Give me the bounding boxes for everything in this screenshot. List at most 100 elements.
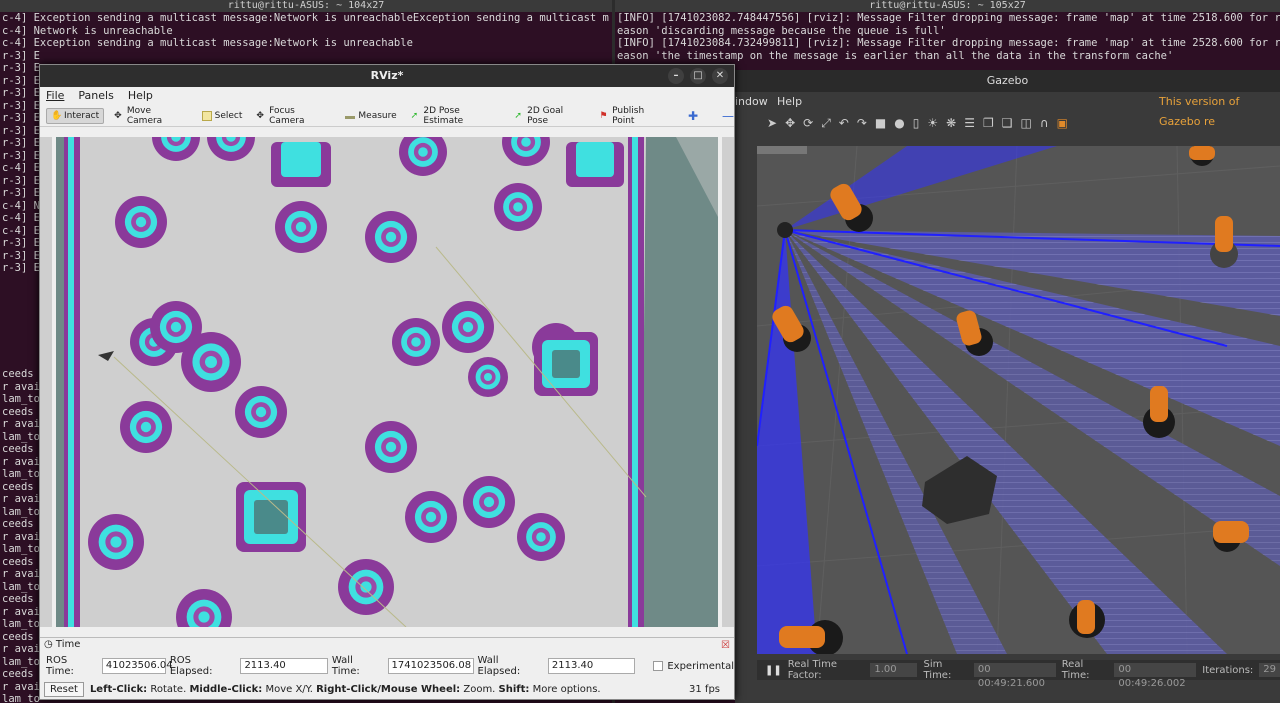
tool-move-camera[interactable]: ✥ Move Camera (110, 104, 192, 128)
map-obstacle-dot (418, 147, 428, 157)
redo-icon[interactable]: ↷ (857, 116, 867, 130)
gazebo-3d-view[interactable] (757, 146, 1280, 654)
map-obstacle-dot (425, 511, 437, 523)
terminal-line: [INFO] [1741023082.748447556] [rviz]: Me… (617, 12, 1280, 24)
gazebo-version-notice: This version of Gazebo re (1159, 95, 1240, 128)
terminal-line: r avai (2, 643, 40, 655)
left-click-label: Left-Click: (89, 683, 148, 695)
tool-2d-goal-pose[interactable]: ➚ 2D Goal Pose (510, 104, 589, 128)
real-time-factor-value: 1.00 (870, 663, 918, 677)
sim-time-value: 00 00:49:21.600 (973, 663, 1056, 689)
terminal-left-output-lower: ceeds r avai lam_to ceeds r avai lam_to ceeds r… (0, 368, 40, 703)
experimental-label: Experimental (667, 660, 735, 672)
tool-2d-pose-estimate[interactable]: ➚ 2D Pose Estimate (407, 104, 505, 128)
terminal-line: r avai (2, 680, 40, 693)
left-click-desc: Rotate. (147, 683, 190, 695)
left-panel-collapse[interactable] (40, 137, 52, 627)
wall-elapsed-field[interactable]: 2113.40 (547, 658, 636, 674)
pause-icon[interactable]: ❚❚ (765, 665, 782, 676)
box-shape-icon[interactable]: ■ (875, 116, 886, 130)
tool-label: 2D Goal Pose (527, 105, 564, 126)
close-button[interactable]: ✕ (712, 68, 728, 84)
robot-model[interactable] (777, 222, 793, 238)
map-square-core (576, 142, 614, 177)
focus-camera-icon: ✥ (256, 110, 264, 121)
measure-icon (345, 113, 356, 119)
middle-click-desc: Move X/Y. (262, 683, 317, 695)
rviz-3d-view[interactable] (56, 137, 718, 627)
terminal-line: r avai (2, 605, 40, 618)
map-obstacle-dot (462, 321, 474, 333)
gazebo-window[interactable]: Gazebo indow Help This version of Gazebo… (735, 70, 1280, 703)
fps-counter: 31 fps (689, 683, 720, 695)
tool-measure[interactable]: Measure (341, 109, 400, 123)
remove-tool-icon[interactable]: — (722, 109, 734, 123)
tool-select[interactable]: Select (198, 109, 247, 123)
tool-label: Select (214, 110, 243, 121)
paste-icon[interactable]: ❑ (1002, 116, 1013, 130)
scale-mode-icon[interactable]: ⤢ (821, 116, 831, 131)
spot-light-icon[interactable]: ❋ (946, 116, 956, 130)
add-tool-icon[interactable]: ✚ (688, 109, 698, 123)
terminal-left-title: rittu@rittu-ASUS: ~ 104x27 (227, 0, 385, 11)
reset-button[interactable]: Reset (44, 681, 84, 697)
menu-panels[interactable]: Panels (78, 87, 113, 105)
terminal-line: r avai (2, 530, 40, 543)
map-obstacle-dot (385, 231, 397, 243)
terminal-line: lam_to (2, 468, 40, 480)
map-square-center (254, 500, 288, 534)
close-panel-icon[interactable]: ☒ (721, 639, 730, 653)
pose-estimate-icon: ➚ (410, 110, 419, 121)
terminal-line: lam_to (2, 580, 40, 593)
map-obstacle-dot (483, 496, 495, 508)
undo-icon[interactable]: ↶ (839, 116, 849, 130)
directional-light-icon[interactable]: ☰ (964, 116, 975, 130)
ros-time-field[interactable]: 41023506.04 (101, 658, 173, 674)
experimental-checkbox[interactable] (653, 661, 664, 671)
time-panel-header: ◷ Time ☒ (40, 637, 734, 651)
wall-time-field[interactable]: 1741023506.08 (387, 658, 474, 674)
iterations-value: 29 (1259, 663, 1280, 677)
maximize-button[interactable]: □ (690, 68, 706, 84)
rviz-window[interactable]: RViz* – □ ✕ File Panels Help ✋ Interact ✥… (39, 64, 735, 700)
rviz-title: RViz* (370, 69, 404, 82)
ros-elapsed-field[interactable]: 2113.40 (240, 658, 328, 674)
menu-help[interactable]: Help (128, 87, 153, 105)
middle-click-label: Middle-Click: (189, 683, 263, 695)
terminal-line: lam_to (2, 543, 40, 555)
camera-frame (757, 146, 807, 154)
snap-icon[interactable]: ∩ (1040, 116, 1049, 130)
ros-elapsed-label: ROS Elapsed: (169, 655, 213, 677)
map-obstacle-dot (484, 373, 492, 381)
hand-icon: ✋ (51, 110, 63, 121)
gazebo-scene (757, 146, 1280, 654)
change-view-icon[interactable]: ▣ (1057, 116, 1068, 130)
map-obstacle-dot (135, 216, 147, 228)
menu-file[interactable]: File (46, 87, 64, 105)
ros-time-label: ROS Time: (46, 655, 74, 677)
right-click-desc: Zoom. (460, 683, 499, 695)
sphere-shape-icon[interactable]: ● (894, 116, 904, 130)
right-panel-collapse[interactable] (722, 137, 734, 627)
select-mode-icon[interactable]: ➤ (767, 116, 777, 130)
translate-mode-icon[interactable]: ✥ (785, 116, 795, 130)
terminal-right-titlebar: rittu@rittu-ASUS: ~ 105x27 (615, 0, 1280, 12)
terminal-line: ceeds (2, 368, 34, 380)
terminal-line: ceeds (2, 480, 34, 493)
gazebo-menu-window[interactable]: indow (735, 92, 768, 112)
align-icon[interactable]: ◫ (1020, 116, 1031, 130)
rotate-mode-icon[interactable]: ⟳ (803, 116, 813, 130)
help-text: Left-Click: Rotate. Middle-Click: Move X… (90, 684, 601, 695)
tool-publish-point[interactable]: ⚑ Publish Point (595, 104, 672, 128)
goal-pose-icon: ➚ (514, 110, 522, 121)
tool-interact[interactable]: ✋ Interact (46, 107, 105, 124)
map-obstacle-dot (385, 441, 397, 453)
tool-focus-camera[interactable]: ✥ Focus Camera (252, 104, 335, 128)
minimize-button[interactable]: – (668, 68, 684, 84)
copy-icon[interactable]: ❐ (983, 116, 994, 130)
terminal-left-titlebar: rittu@rittu-ASUS: ~ 104x27 (0, 0, 612, 12)
gazebo-menu-help[interactable]: Help (777, 92, 802, 112)
cylinder-shape-icon[interactable]: ▯ (913, 116, 920, 130)
point-light-icon[interactable]: ☀ (927, 116, 938, 130)
clock-icon: ◷ (44, 639, 53, 650)
